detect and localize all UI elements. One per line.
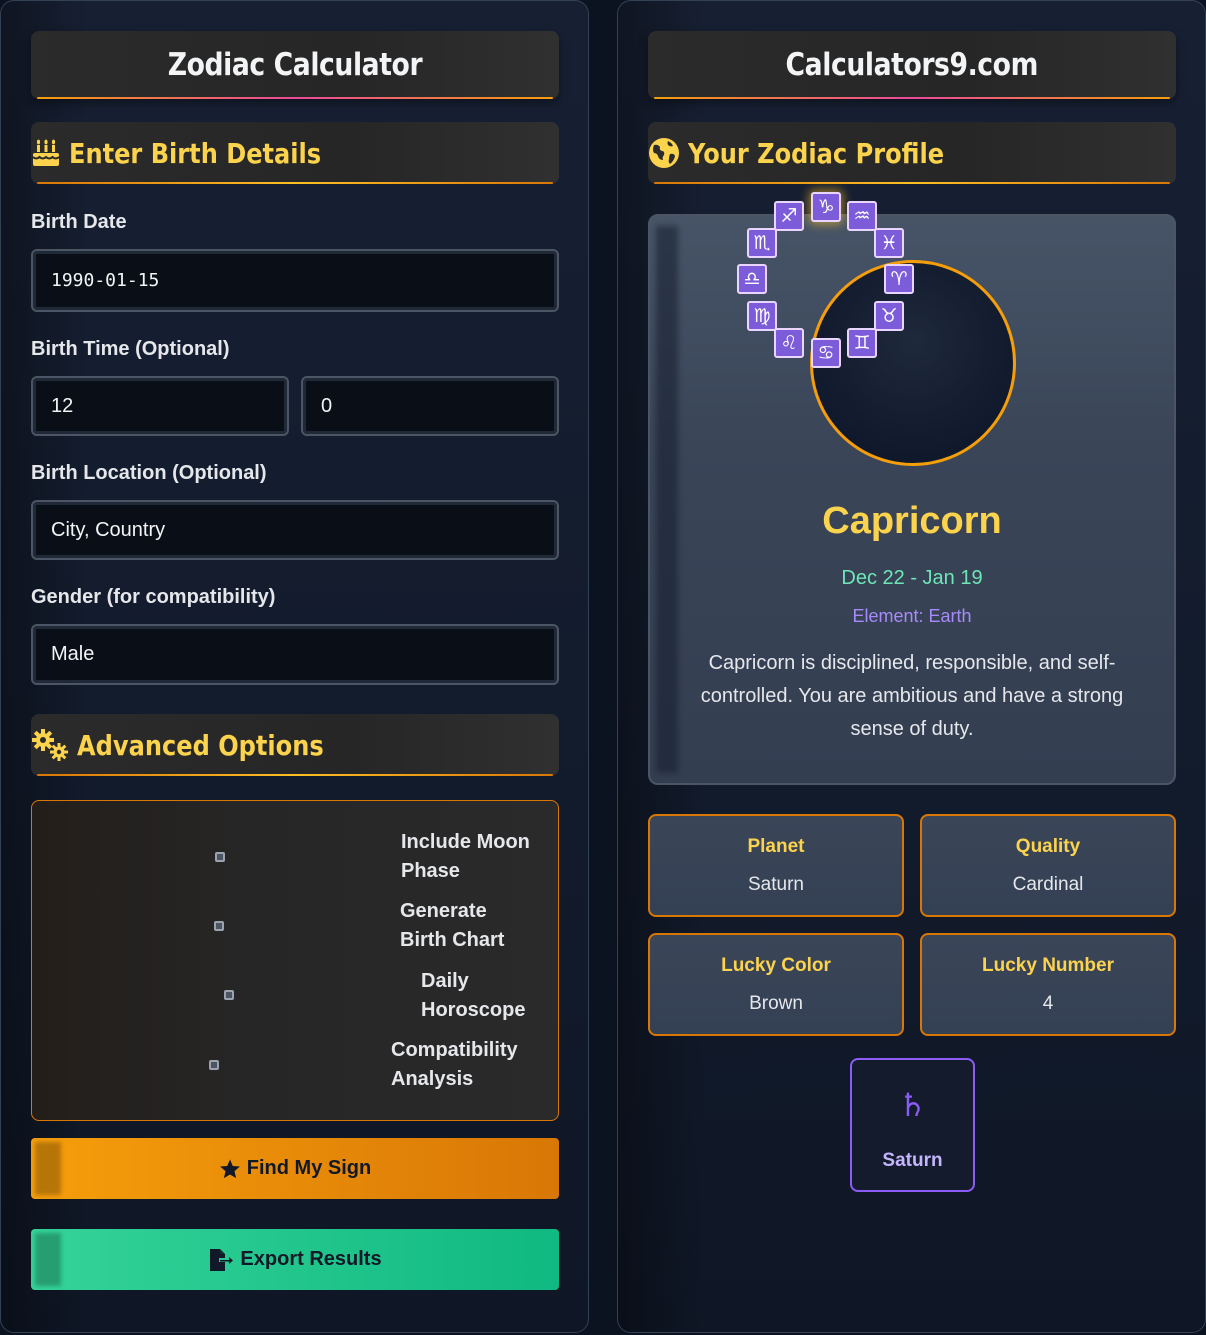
file-export-icon — [210, 1248, 234, 1271]
moon-phase-label: Include Moon Phase — [401, 828, 530, 886]
pisces-symbol[interactable]: ♓ — [874, 228, 904, 258]
zodiac-profile-title: Your Zodiac Profile — [688, 136, 945, 170]
moon-phase-label-line2: Phase — [401, 860, 460, 882]
aries-symbol[interactable]: ♈ — [884, 264, 914, 294]
birth-date-label: Birth Date — [31, 211, 127, 233]
sign-dates: Dec 22 - Jan 19 — [841, 567, 983, 589]
compatibility-label-line2: Analysis — [391, 1068, 474, 1090]
cancer-symbol[interactable]: ♋ — [811, 338, 841, 368]
birth-chart-label: Generate Birth Chart — [400, 897, 504, 955]
saturn-icon: ♄ — [898, 1086, 927, 1124]
birth-hour-value: 12 — [51, 394, 74, 417]
birth-location-placeholder: City, Country — [51, 518, 166, 541]
lucky-number-value: 4 — [1042, 993, 1054, 1014]
taurus-symbol[interactable]: ♉ — [874, 301, 904, 331]
export-results-button[interactable]: Export Results — [31, 1229, 559, 1290]
gemini-symbol[interactable]: ♊ — [847, 328, 877, 358]
sagittarius-symbol[interactable]: ♐ — [774, 201, 804, 231]
birth-time-label: Birth Time (Optional) — [31, 338, 230, 360]
leo-symbol[interactable]: ♌ — [774, 328, 804, 358]
calculator-header: Zodiac Calculator — [31, 31, 559, 99]
quality-value: Cardinal — [1012, 874, 1084, 895]
ruling-planet-name: Saturn — [882, 1150, 943, 1171]
calculator-panel: Zodiac Calculator Enter Birth Details Bi… — [0, 0, 589, 1333]
ruling-planet-card[interactable]: ♄ Saturn — [850, 1058, 975, 1192]
compatibility-label-line1: Compatibility — [391, 1039, 518, 1061]
gender-select[interactable]: Male — [31, 624, 559, 685]
results-header: Calculators9.com — [648, 31, 1176, 99]
sign-description: Capricorn is disciplined, responsible, a… — [700, 652, 1124, 740]
planet-value: Saturn — [748, 874, 804, 895]
birth-minute-input[interactable]: 0 — [301, 376, 559, 436]
gender-value: Male — [51, 643, 95, 665]
compatibility-label: Compatibility Analysis — [391, 1036, 518, 1094]
site-title: Calculators9.com — [785, 47, 1039, 83]
lucky-color-value: Brown — [749, 993, 803, 1014]
virgo-symbol[interactable]: ♍ — [747, 301, 777, 331]
birth-date-value: 1990-01-15 — [51, 270, 160, 291]
star-icon — [219, 1158, 240, 1178]
daily-horoscope-label: Daily Horoscope — [421, 967, 525, 1025]
birth-minute-value: 0 — [321, 394, 333, 417]
compatibility-checkbox[interactable] — [209, 1060, 219, 1070]
birth-chart-label-line1: Generate — [400, 900, 487, 922]
libra-symbol[interactable]: ♎ — [737, 264, 767, 294]
quality-title: Quality — [1015, 836, 1081, 857]
capricorn-symbol[interactable]: ♑ — [811, 192, 841, 222]
advanced-options-title: Advanced Options — [77, 728, 324, 762]
gears-icon — [32, 729, 68, 761]
aquarius-symbol[interactable]: ♒ — [847, 201, 877, 231]
lucky-color-title: Lucky Color — [721, 955, 831, 976]
globe-icon — [649, 138, 679, 168]
quality-info-box: Quality Cardinal — [920, 814, 1176, 917]
lucky-number-info-box: Lucky Number 4 — [920, 933, 1176, 1036]
daily-horoscope-label-line2: Horoscope — [421, 999, 526, 1021]
birthday-cake-icon — [32, 139, 60, 166]
export-results-label: Export Results — [240, 1248, 382, 1270]
lucky-color-info-box: Lucky Color Brown — [648, 933, 904, 1036]
zodiac-profile-card: ♑ ♒ ♓ ♈ ♉ ♊ ♋ ♌ ♍ ♎ ♏ ♐ Capricorn Dec 22… — [648, 192, 1176, 785]
find-my-sign-label: Find My Sign — [246, 1157, 372, 1179]
daily-horoscope-checkbox[interactable] — [224, 990, 234, 1000]
page-title: Zodiac Calculator — [167, 47, 423, 83]
advanced-options-header: Advanced Options — [31, 714, 559, 776]
birth-details-header: Enter Birth Details — [31, 122, 559, 184]
birth-location-input[interactable]: City, Country — [31, 500, 559, 560]
daily-horoscope-label-line1: Daily — [421, 970, 469, 992]
planet-title: Planet — [747, 836, 805, 857]
birth-hour-input[interactable]: 12 — [31, 376, 289, 436]
results-panel: Calculators9.com Your Zodiac Profile ♑ ♒… — [617, 0, 1206, 1333]
birth-location-label: Birth Location (Optional) — [31, 462, 267, 484]
birth-chart-checkbox[interactable] — [214, 921, 224, 931]
advanced-options-box: Include Moon Phase Generate Birth Chart … — [31, 800, 559, 1121]
find-my-sign-button[interactable]: Find My Sign — [31, 1138, 559, 1199]
sign-name: Capricorn — [822, 500, 1002, 542]
zodiac-profile-header: Your Zodiac Profile — [648, 122, 1176, 184]
scorpio-symbol[interactable]: ♏ — [747, 228, 777, 258]
planet-info-box: Planet Saturn — [648, 814, 904, 917]
moon-phase-checkbox[interactable] — [215, 852, 225, 862]
moon-phase-label-line1: Include Moon — [401, 831, 530, 853]
birth-chart-label-line2: Birth Chart — [400, 929, 505, 951]
lucky-number-title: Lucky Number — [982, 955, 1114, 976]
sign-element: Element: Earth — [852, 606, 972, 626]
gender-label: Gender (for compatibility) — [31, 586, 276, 608]
birth-details-title: Enter Birth Details — [69, 136, 322, 170]
birth-date-input[interactable]: 1990-01-15 — [31, 249, 559, 312]
